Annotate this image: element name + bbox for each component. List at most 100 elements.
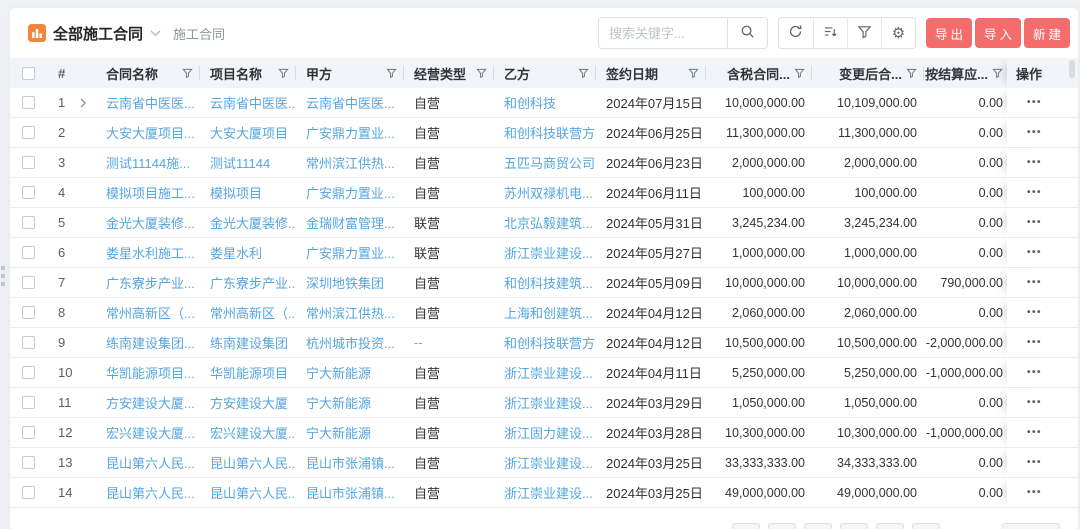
party-a-link[interactable]: 昆山市张浦镇...: [296, 478, 404, 507]
project-name-link[interactable]: 娄星水利: [200, 238, 296, 267]
party-a-link[interactable]: 金瑞财富管理...: [296, 208, 404, 237]
project-name-link[interactable]: 华凯能源项目: [200, 358, 296, 387]
more-actions-button[interactable]: •••: [1027, 368, 1042, 378]
filter-funnel-icon[interactable]: [794, 68, 805, 79]
panel-drag-handle[interactable]: [1, 266, 7, 286]
project-name-link[interactable]: 广东寮步产业...: [200, 268, 296, 297]
vertical-scrollbar-thumb[interactable]: [1069, 60, 1075, 78]
filter-funnel-icon[interactable]: [906, 68, 917, 79]
party-b-link[interactable]: 上海和创建筑...: [494, 298, 596, 327]
more-actions-button[interactable]: •••: [1027, 278, 1042, 288]
more-actions-button[interactable]: •••: [1027, 98, 1042, 108]
pagination-button[interactable]: [732, 523, 760, 529]
row-checkbox[interactable]: [22, 426, 35, 439]
project-name-link[interactable]: 昆山第六人民...: [200, 448, 296, 477]
more-actions-button[interactable]: •••: [1027, 338, 1042, 348]
column-header-sign_date[interactable]: 签约日期: [596, 58, 706, 88]
row-checkbox[interactable]: [22, 396, 35, 409]
row-checkbox[interactable]: [22, 306, 35, 319]
contract-name-link[interactable]: 常州高新区（...: [96, 298, 200, 327]
row-checkbox[interactable]: [22, 96, 35, 109]
contract-name-link[interactable]: 大安大厦项目...: [96, 118, 200, 147]
page-size-select[interactable]: [1002, 523, 1060, 529]
project-name-link[interactable]: 昆山第六人民...: [200, 478, 296, 507]
settings-button[interactable]: ⚙: [881, 18, 915, 48]
more-actions-button[interactable]: •••: [1027, 158, 1042, 168]
filter-funnel-icon[interactable]: [688, 68, 699, 79]
party-b-link[interactable]: 和创科技: [494, 88, 596, 117]
more-actions-button[interactable]: •••: [1027, 428, 1042, 438]
row-checkbox[interactable]: [22, 246, 35, 259]
more-actions-button[interactable]: •••: [1027, 248, 1042, 258]
project-name-link[interactable]: 云南省中医医...: [200, 88, 296, 117]
row-checkbox[interactable]: [22, 186, 35, 199]
search-input[interactable]: [599, 18, 727, 48]
more-actions-button[interactable]: •••: [1027, 218, 1042, 228]
row-checkbox[interactable]: [22, 216, 35, 229]
party-b-link[interactable]: 浙江崇业建设...: [494, 388, 596, 417]
party-b-link[interactable]: 浙江崇业建设...: [494, 448, 596, 477]
column-header-amount_with_tax[interactable]: 含税合同...: [706, 58, 812, 88]
contract-name-link[interactable]: 练南建设集团...: [96, 328, 200, 357]
filter-button[interactable]: [847, 18, 881, 48]
party-b-link[interactable]: 和创科技联营方: [494, 328, 596, 357]
project-name-link[interactable]: 常州高新区（...: [200, 298, 296, 327]
select-all-checkbox[interactable]: [22, 67, 35, 80]
filter-funnel-icon[interactable]: [992, 68, 1003, 79]
view-switcher-dropdown[interactable]: 全部施工合同: [28, 23, 161, 44]
project-name-link[interactable]: 金光大厦装修...: [200, 208, 296, 237]
contract-name-link[interactable]: 昆山第六人民...: [96, 448, 200, 477]
filter-funnel-icon[interactable]: [278, 68, 289, 79]
party-a-link[interactable]: 广安鼎力置业...: [296, 178, 404, 207]
pagination-button[interactable]: [840, 523, 868, 529]
row-checkbox[interactable]: [22, 156, 35, 169]
more-actions-button[interactable]: •••: [1027, 488, 1042, 498]
filter-funnel-icon[interactable]: [386, 68, 397, 79]
filter-funnel-icon[interactable]: [578, 68, 589, 79]
column-header-amount_settlement[interactable]: 按结算应...: [924, 58, 1010, 88]
party-a-link[interactable]: 常州滨江供热...: [296, 148, 404, 177]
party-b-link[interactable]: 浙江崇业建设...: [494, 478, 596, 507]
column-header-party_a[interactable]: 甲方: [296, 58, 404, 88]
party-a-link[interactable]: 宁大新能源: [296, 388, 404, 417]
contract-name-link[interactable]: 昆山第六人民...: [96, 478, 200, 507]
row-checkbox[interactable]: [22, 456, 35, 469]
project-name-link[interactable]: 大安大厦项目: [200, 118, 296, 147]
contract-name-link[interactable]: 宏兴建设大厦...: [96, 418, 200, 447]
contract-name-link[interactable]: 测试11144施...: [96, 148, 200, 177]
filter-funnel-icon[interactable]: [476, 68, 487, 79]
party-b-link[interactable]: 浙江固力建设...: [494, 418, 596, 447]
party-a-link[interactable]: 宁大新能源: [296, 358, 404, 387]
sort-list-button[interactable]: [813, 18, 847, 48]
column-header-contract[interactable]: 合同名称: [96, 58, 200, 88]
contract-name-link[interactable]: 方安建设大厦...: [96, 388, 200, 417]
more-actions-button[interactable]: •••: [1027, 128, 1042, 138]
party-a-link[interactable]: 昆山市张浦镇...: [296, 448, 404, 477]
party-a-link[interactable]: 广安鼎力置业...: [296, 118, 404, 147]
expand-row-icon[interactable]: [80, 98, 89, 108]
more-actions-button[interactable]: •••: [1027, 398, 1042, 408]
project-name-link[interactable]: 模拟项目: [200, 178, 296, 207]
row-checkbox[interactable]: [22, 336, 35, 349]
row-checkbox[interactable]: [22, 486, 35, 499]
party-b-link[interactable]: 浙江崇业建设...: [494, 238, 596, 267]
more-actions-button[interactable]: •••: [1027, 458, 1042, 468]
column-header-biz_type[interactable]: 经营类型: [404, 58, 494, 88]
pagination-button[interactable]: [912, 523, 940, 529]
party-b-link[interactable]: 苏州双禄机电...: [494, 178, 596, 207]
party-a-link[interactable]: 广安鼎力置业...: [296, 238, 404, 267]
contract-name-link[interactable]: 广东寮步产业...: [96, 268, 200, 297]
import-button[interactable]: 导入: [975, 18, 1021, 48]
party-b-link[interactable]: 和创科技建筑...: [494, 268, 596, 297]
column-header-amount_after_change[interactable]: 变更后合...: [812, 58, 924, 88]
project-name-link[interactable]: 测试11144: [200, 148, 296, 177]
refresh-button[interactable]: [779, 18, 813, 48]
project-name-link[interactable]: 练南建设集团: [200, 328, 296, 357]
contract-name-link[interactable]: 华凯能源项目...: [96, 358, 200, 387]
column-header-party_b[interactable]: 乙方: [494, 58, 596, 88]
project-name-link[interactable]: 宏兴建设大厦...: [200, 418, 296, 447]
contract-name-link[interactable]: 娄星水利施工...: [96, 238, 200, 267]
contract-name-link[interactable]: 金光大厦装修...: [96, 208, 200, 237]
pagination-button[interactable]: [768, 523, 796, 529]
party-b-link[interactable]: 和创科技联营方: [494, 118, 596, 147]
